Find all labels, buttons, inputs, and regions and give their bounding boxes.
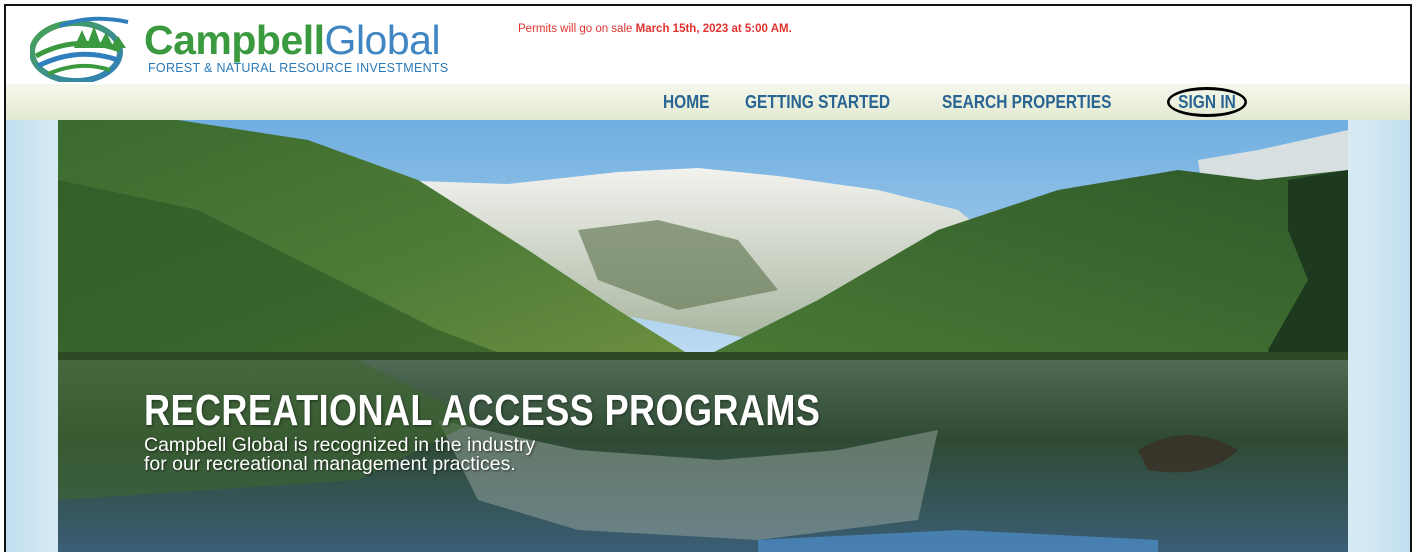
main-navbar: HOME GETTING STARTED SEARCH PROPERTIES S…: [6, 84, 1410, 120]
hero-section: RECREATIONAL ACCESS PROGRAMS Campbell Gl…: [6, 120, 1410, 552]
nav-getting-started-link[interactable]: GETTING STARTED: [745, 90, 890, 117]
announcement-date: March 15th, 2023 at 5:00 AM.: [635, 23, 792, 35]
hero-subtitle-line: for our recreational management practice…: [144, 453, 516, 475]
brand-name-thin: Global: [324, 17, 441, 63]
nav-home-link[interactable]: HOME: [663, 90, 709, 117]
hero-title: RECREATIONAL ACCESS PROGRAMS: [144, 386, 821, 435]
hero-landscape-image: [58, 120, 1348, 552]
brand-name-bold: Campbell: [144, 17, 325, 63]
permit-announcement: Permits will go on sale March 15th, 2023…: [518, 23, 792, 35]
announcement-prefix: Permits will go on sale: [518, 23, 636, 35]
nav-sign-in-link[interactable]: SIGN IN: [1166, 87, 1247, 117]
brand-logo[interactable]: CampbellGlobal FOREST & NATURAL RESOURCE…: [30, 12, 490, 84]
brand-name: CampbellGlobal: [144, 17, 441, 63]
main-nav: HOME GETTING STARTED SEARCH PROPERTIES S…: [663, 87, 1260, 117]
browser-frame: CampbellGlobal FOREST & NATURAL RESOURCE…: [4, 4, 1412, 552]
hero-banner: RECREATIONAL ACCESS PROGRAMS Campbell Gl…: [58, 120, 1348, 552]
site-header: CampbellGlobal FOREST & NATURAL RESOURCE…: [6, 6, 1410, 84]
hero-subtitle: Campbell Global is recognized in the ind…: [144, 435, 535, 475]
nav-search-properties-link[interactable]: SEARCH PROPERTIES: [942, 90, 1111, 117]
brand-tagline: FOREST & NATURAL RESOURCE INVESTMENTS: [148, 61, 449, 75]
logo-globe-icon: [30, 16, 129, 82]
